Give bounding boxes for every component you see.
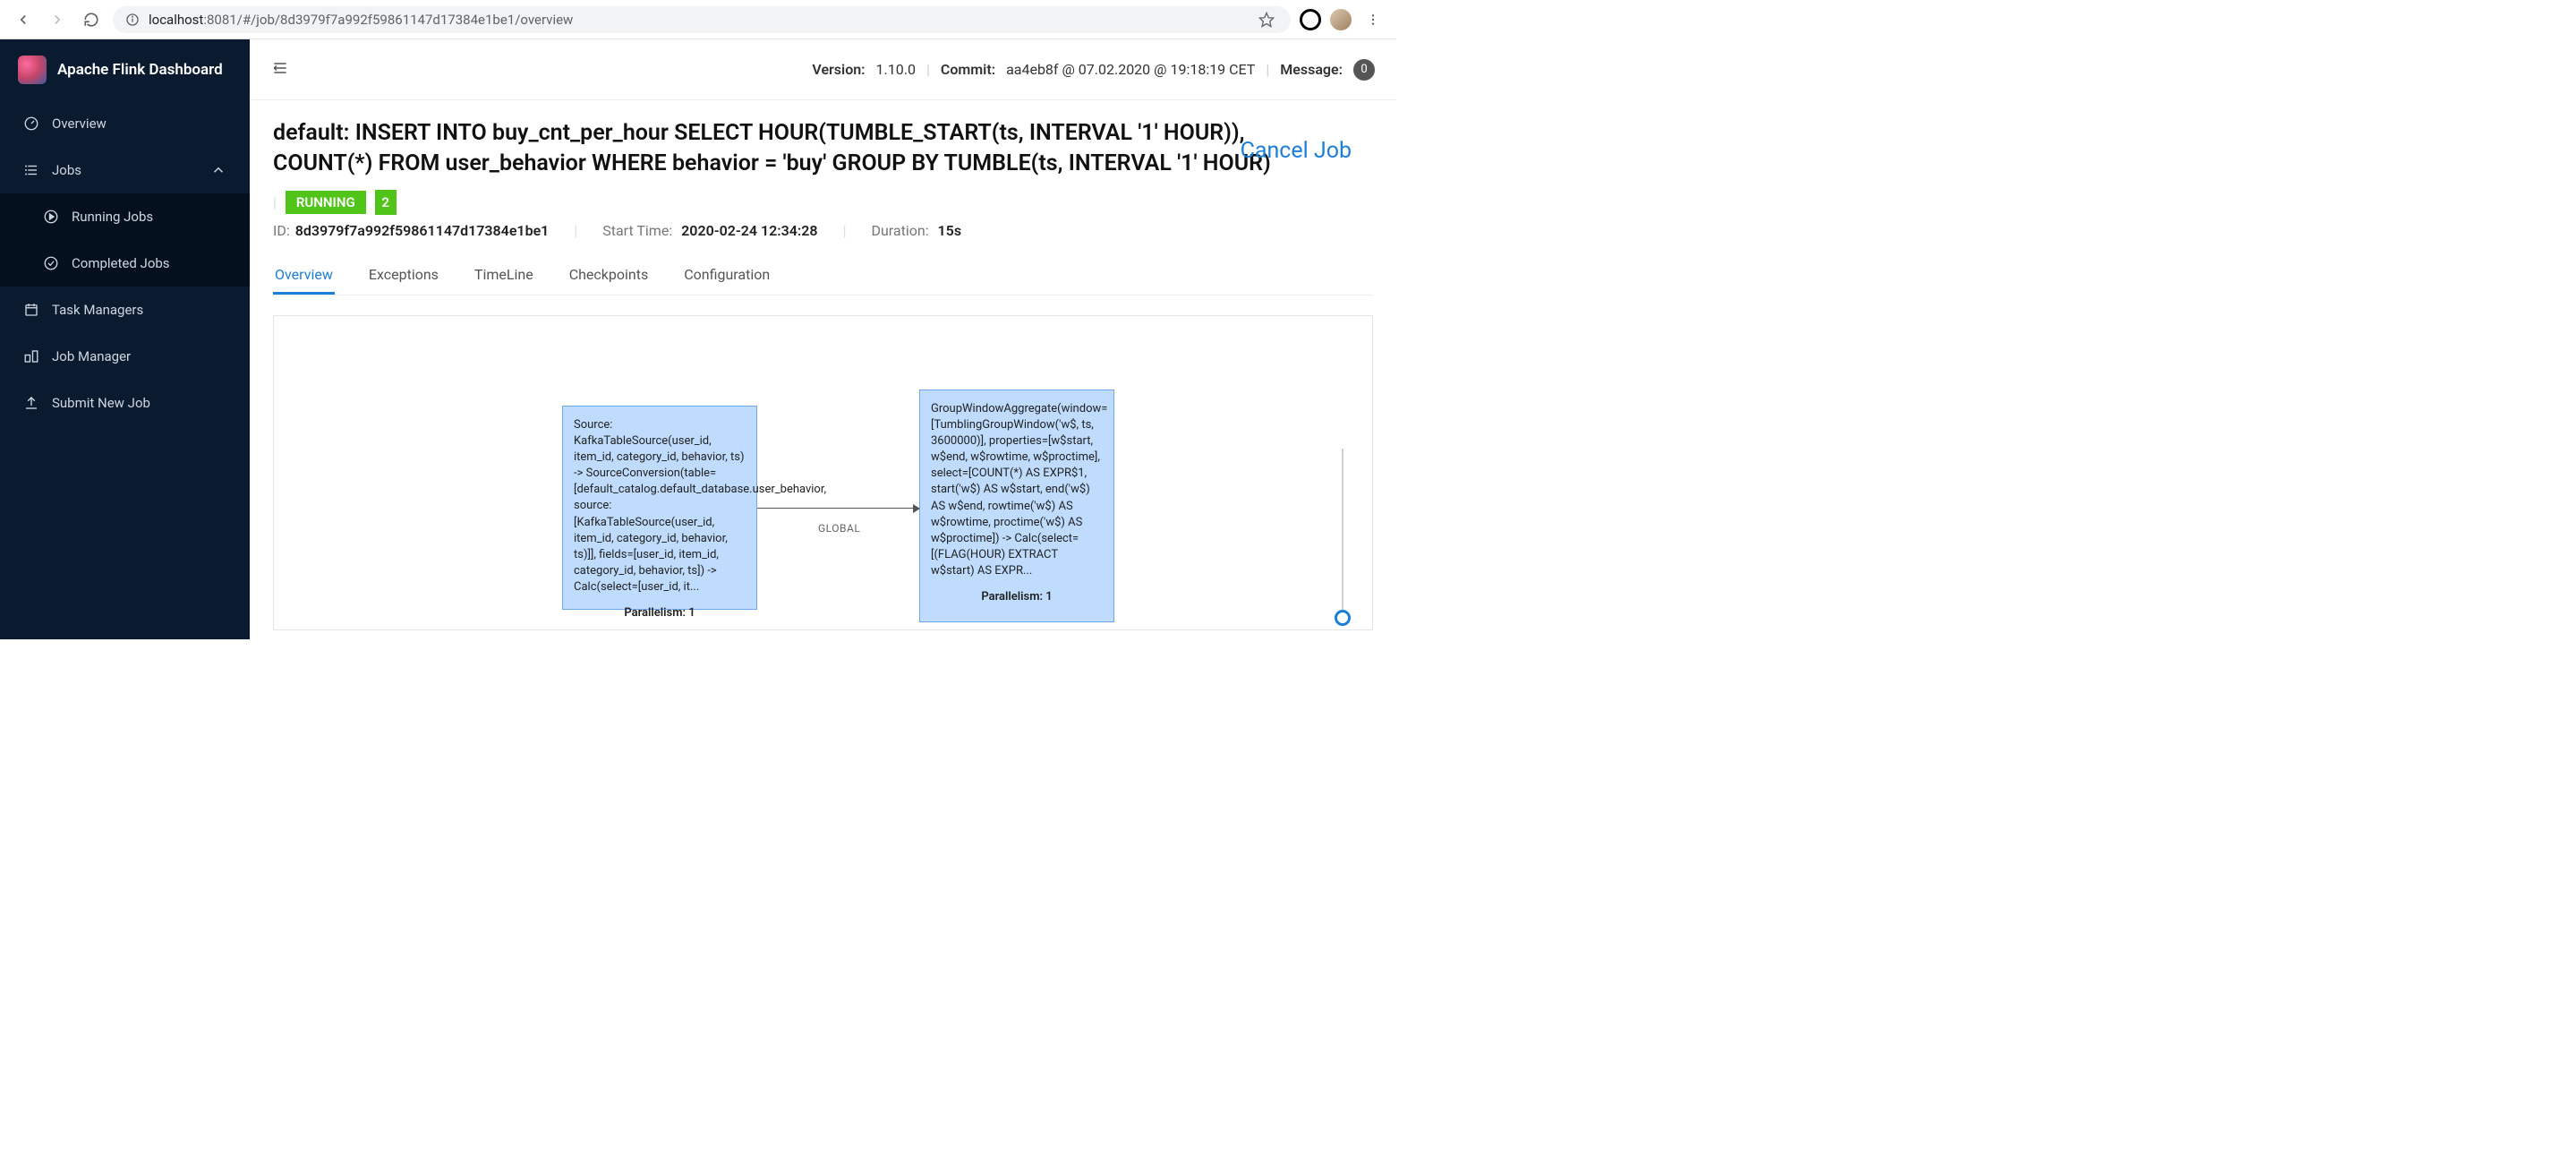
build-icon [23, 348, 39, 364]
node-text: Source: KafkaTableSource(user_id, item_i… [574, 417, 746, 596]
sidebar: Apache Flink Dashboard Overview Jobs Run… [0, 39, 250, 639]
sidebar-item-label: Completed Jobs [72, 255, 170, 271]
version-value: 1.10.0 [876, 61, 916, 78]
profile-avatar[interactable] [1330, 9, 1352, 30]
tabs: Overview Exceptions TimeLine Checkpoints… [273, 257, 1373, 295]
graph-node-source[interactable]: Source: KafkaTableSource(user_id, item_i… [562, 406, 757, 610]
message-label: Message: [1280, 61, 1343, 78]
node-text: GroupWindowAggregate(window=[TumblingGro… [931, 401, 1103, 580]
back-button[interactable] [11, 7, 36, 32]
sidebar-item-running-jobs[interactable]: Running Jobs [0, 193, 250, 240]
commit-label: Commit: [941, 61, 995, 78]
sidebar-collapse-icon[interactable] [271, 59, 289, 81]
sidebar-item-completed-jobs[interactable]: Completed Jobs [0, 240, 250, 287]
node-parallelism: Parallelism: 1 [574, 605, 746, 621]
id-label: ID: [273, 222, 290, 239]
check-circle-icon [43, 255, 59, 271]
url-bar[interactable]: localhost:8081/#/job/8d3979f7a992f598611… [113, 6, 1291, 33]
commit-value: aa4eb8f @ 07.02.2020 @ 19:18:19 CET [1006, 61, 1255, 78]
graph-edge [757, 508, 919, 509]
separator: | [843, 222, 847, 239]
chevron-up-icon [210, 162, 226, 178]
graph-node-aggregate[interactable]: GroupWindowAggregate(window=[TumblingGro… [919, 390, 1114, 622]
logo[interactable]: Apache Flink Dashboard [0, 39, 250, 100]
list-icon [23, 162, 39, 178]
sidebar-item-label: Submit New Job [52, 395, 150, 411]
job-title: default: INSERT INTO buy_cnt_per_hour SE… [273, 118, 1311, 179]
flink-logo-icon [18, 56, 47, 84]
sidebar-item-task-managers[interactable]: Task Managers [0, 287, 250, 333]
sidebar-item-submit-new-job[interactable]: Submit New Job [0, 380, 250, 426]
dashboard-icon [23, 116, 39, 132]
node-parallelism: Parallelism: 1 [931, 589, 1103, 605]
upload-icon [23, 395, 39, 411]
separator: | [926, 61, 930, 78]
duration-label: Duration: [871, 222, 928, 239]
separator: | [273, 193, 277, 210]
extension-icon[interactable] [1300, 9, 1321, 30]
zoom-slider-track[interactable] [1342, 449, 1343, 610]
url-text: localhost:8081/#/job/8d3979f7a992f598611… [149, 12, 573, 28]
tab-overview[interactable]: Overview [273, 257, 335, 295]
sidebar-item-label: Overview [52, 116, 107, 132]
reload-button[interactable] [79, 7, 104, 32]
start-time-value: 2020-02-24 12:34:28 [681, 222, 817, 239]
sidebar-item-label: Jobs [52, 162, 81, 178]
sidebar-item-job-manager[interactable]: Job Manager [0, 333, 250, 380]
tab-configuration[interactable]: Configuration [682, 257, 772, 295]
browser-chrome: localhost:8081/#/job/8d3979f7a992f598611… [0, 0, 1396, 39]
bookmark-star-icon[interactable] [1255, 12, 1278, 28]
sidebar-item-label: Job Manager [52, 348, 131, 364]
graph-edge-label: GLOBAL [818, 522, 860, 535]
sidebar-item-overview[interactable]: Overview [0, 100, 250, 147]
tab-timeline[interactable]: TimeLine [473, 257, 535, 295]
app-title: Apache Flink Dashboard [57, 61, 223, 79]
job-id: 8d3979f7a992f59861147d17384e1be1 [295, 222, 550, 239]
sidebar-item-label: Task Managers [52, 302, 143, 318]
main-content: Version: 1.10.0 | Commit: aa4eb8f @ 07.0… [250, 39, 1396, 639]
tab-checkpoints[interactable]: Checkpoints [567, 257, 651, 295]
separator: | [1266, 61, 1269, 78]
zoom-slider-handle[interactable] [1335, 610, 1351, 626]
version-label: Version: [812, 61, 865, 78]
cancel-job-link[interactable]: Cancel Job [1241, 138, 1352, 164]
job-count-badge: 2 [375, 190, 397, 215]
topbar: Version: 1.10.0 | Commit: aa4eb8f @ 07.0… [250, 39, 1396, 100]
schedule-icon [23, 302, 39, 318]
forward-button[interactable] [45, 7, 70, 32]
duration-value: 15s [938, 222, 962, 239]
start-time-label: Start Time: [602, 222, 672, 239]
job-status-badge: RUNNING [286, 191, 366, 214]
sidebar-item-label: Running Jobs [72, 209, 153, 225]
job-graph-canvas[interactable]: Source: KafkaTableSource(user_id, item_i… [273, 315, 1373, 630]
site-info-icon[interactable] [125, 13, 140, 27]
play-circle-icon [43, 209, 59, 225]
separator: | [574, 222, 577, 239]
browser-menu-icon[interactable] [1361, 13, 1386, 27]
tab-exceptions[interactable]: Exceptions [367, 257, 440, 295]
message-count-badge[interactable]: 0 [1353, 59, 1375, 81]
sidebar-item-jobs[interactable]: Jobs [0, 147, 250, 193]
